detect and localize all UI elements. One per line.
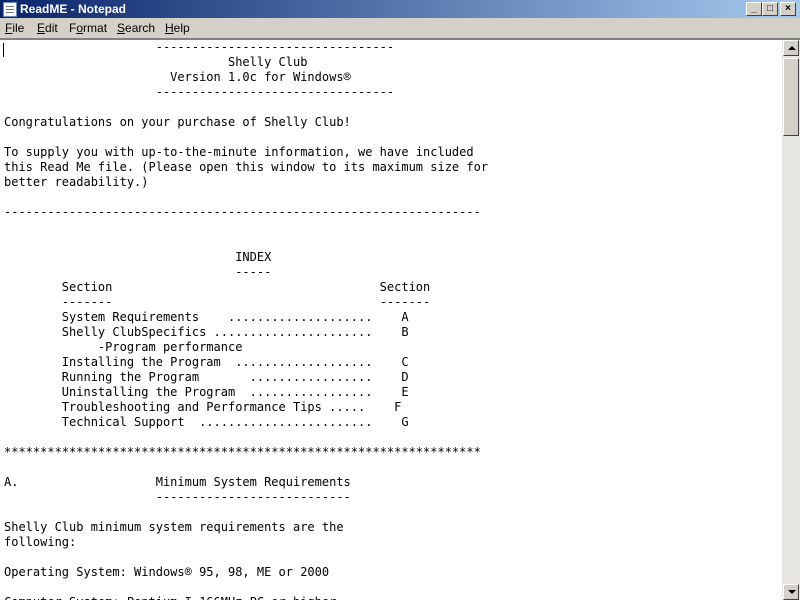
menu-bar: File Edit Format Search Help [0, 18, 800, 38]
text-editor[interactable]: --------------------------------- Shelly… [0, 38, 782, 600]
close-button[interactable]: × [780, 2, 796, 16]
vertical-scrollbar[interactable] [782, 38, 800, 600]
menu-format[interactable]: Format [69, 21, 107, 35]
menu-help[interactable]: Help [165, 21, 190, 35]
scroll-down-button[interactable] [783, 584, 799, 600]
notepad-icon[interactable] [3, 2, 17, 17]
scroll-thumb[interactable] [783, 58, 799, 136]
scroll-up-button[interactable] [783, 40, 799, 56]
window-title: ReadME - Notepad [20, 2, 127, 16]
menu-file[interactable]: File [5, 21, 24, 35]
menu-edit[interactable]: Edit [37, 21, 58, 35]
arrow-up-icon [788, 46, 796, 50]
title-bar[interactable]: ReadME - Notepad _ □ × [0, 0, 800, 18]
menu-search[interactable]: Search [117, 21, 155, 35]
maximize-button[interactable]: □ [762, 2, 778, 16]
text-caret [3, 43, 4, 57]
minimize-button[interactable]: _ [746, 2, 762, 16]
arrow-down-icon [788, 590, 796, 594]
document-text[interactable]: --------------------------------- Shelly… [0, 40, 782, 600]
